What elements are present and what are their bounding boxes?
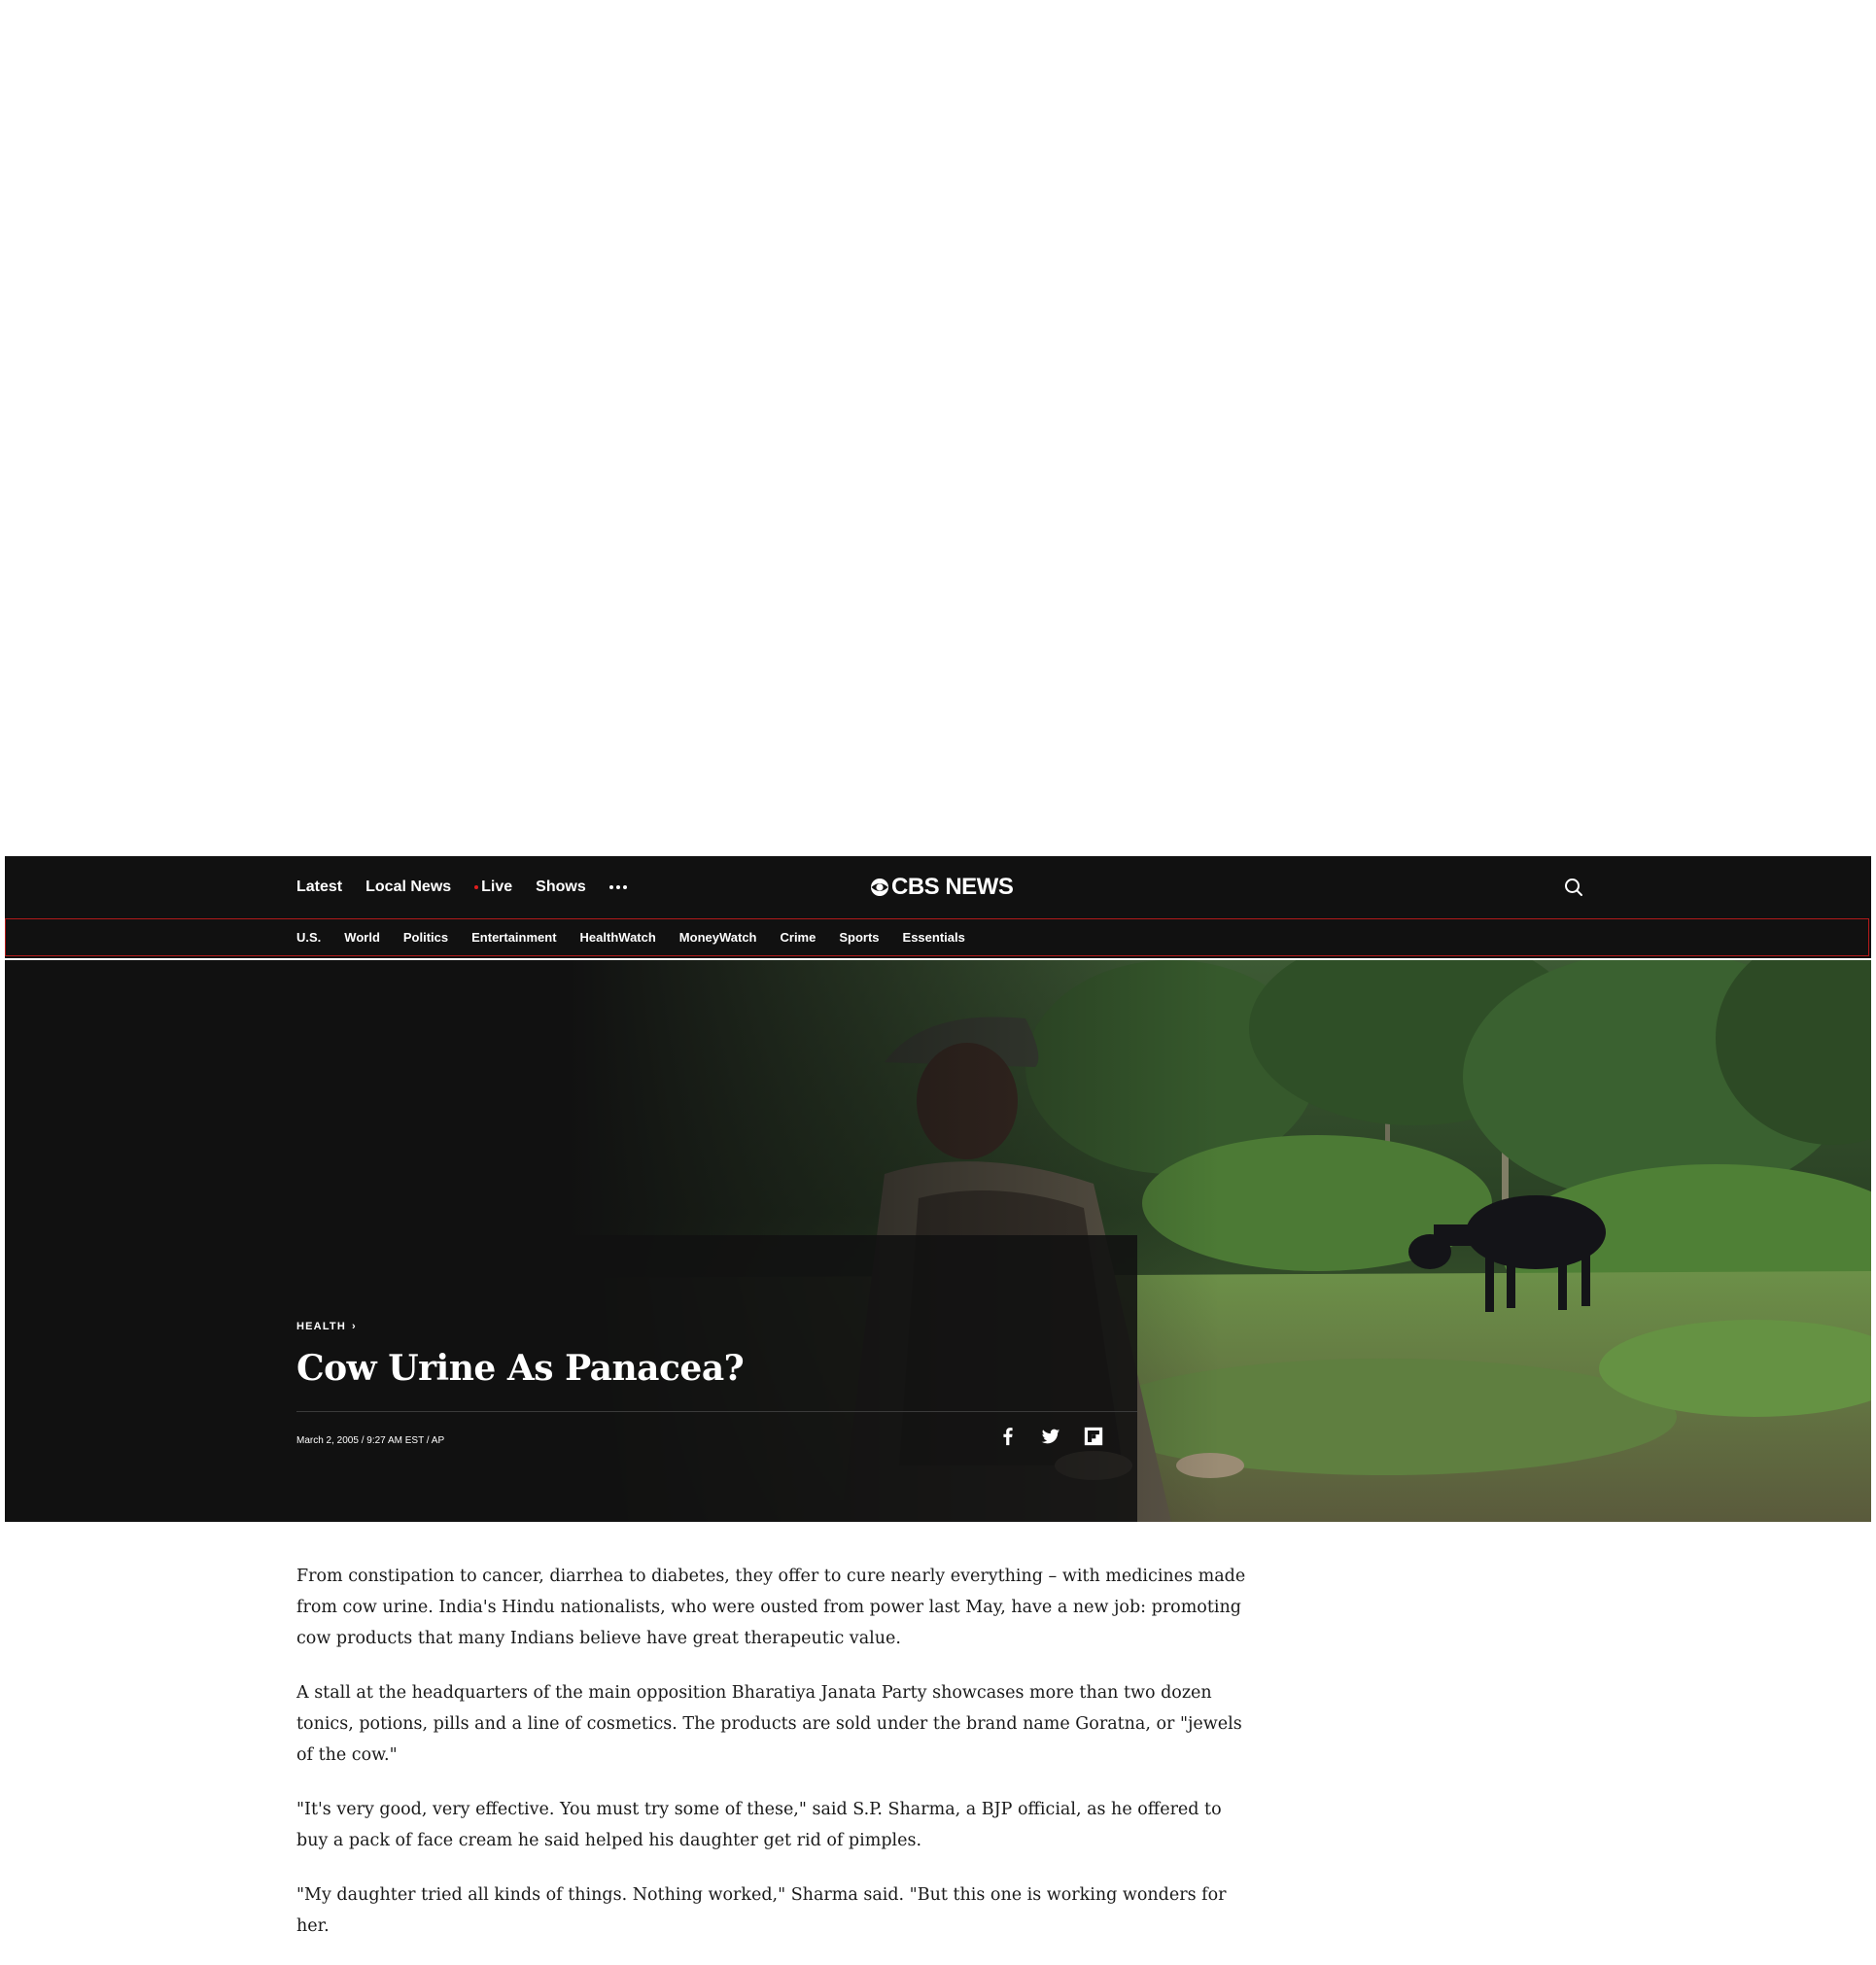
flipboard-icon[interactable] xyxy=(1082,1425,1105,1448)
nav-shows[interactable]: Shows xyxy=(536,879,586,896)
category-link[interactable]: HEALTH › xyxy=(296,1321,357,1332)
article-body: From constipation to cancer, diarrhea to… xyxy=(296,1561,1254,1965)
nav-live[interactable]: Live xyxy=(474,879,512,896)
logo-text: CBS NEWS xyxy=(891,874,1014,900)
section-us[interactable]: U.S. xyxy=(296,930,321,945)
cbs-eye-icon xyxy=(871,879,888,896)
cbs-news-logo[interactable]: CBS NEWS xyxy=(870,874,1014,901)
chevron-right-icon: › xyxy=(352,1321,357,1332)
site-header: Latest Local News Live Shows CBS NEWS U.… xyxy=(5,856,1871,958)
live-dot-icon xyxy=(474,885,479,889)
top-navigation: Latest Local News Live Shows CBS NEWS xyxy=(5,856,1871,918)
section-crime[interactable]: Crime xyxy=(781,930,816,945)
article-hero: HEALTH › Cow Urine As Panacea? March 2, 2… xyxy=(5,960,1871,1522)
article-paragraph: "It's very good, very effective. You mus… xyxy=(296,1800,1222,1850)
article-byline: March 2, 2005 / 9:27 AM EST / AP xyxy=(296,1435,445,1446)
twitter-icon[interactable] xyxy=(1039,1425,1062,1448)
nav-live-label: Live xyxy=(481,879,513,895)
primary-nav: Latest Local News Live Shows xyxy=(296,856,627,918)
section-politics[interactable]: Politics xyxy=(403,930,448,945)
section-moneywatch[interactable]: MoneyWatch xyxy=(679,930,757,945)
facebook-icon[interactable] xyxy=(996,1425,1020,1448)
nav-latest[interactable]: Latest xyxy=(296,879,342,896)
nav-local-news[interactable]: Local News xyxy=(365,879,451,896)
share-buttons xyxy=(996,1425,1105,1448)
article-paragraph: A stall at the headquarters of the main … xyxy=(296,1683,1242,1765)
section-navigation: U.S. World Politics Entertainment Health… xyxy=(5,918,1869,956)
search-icon[interactable] xyxy=(1563,877,1584,898)
ellipsis-icon[interactable] xyxy=(608,885,627,889)
section-healthwatch[interactable]: HealthWatch xyxy=(580,930,656,945)
article-paragraph: From constipation to cancer, diarrhea to… xyxy=(296,1567,1246,1648)
section-essentials[interactable]: Essentials xyxy=(903,930,965,945)
section-world[interactable]: World xyxy=(344,930,380,945)
article-headline: Cow Urine As Panacea? xyxy=(296,1348,745,1389)
article-paragraph: "My daughter tried all kinds of things. … xyxy=(296,1885,1227,1936)
section-nav-links: U.S. World Politics Entertainment Health… xyxy=(296,919,989,955)
section-entertainment[interactable]: Entertainment xyxy=(471,930,556,945)
category-label: HEALTH xyxy=(296,1321,346,1332)
section-sports[interactable]: Sports xyxy=(839,930,879,945)
divider xyxy=(296,1411,1137,1412)
